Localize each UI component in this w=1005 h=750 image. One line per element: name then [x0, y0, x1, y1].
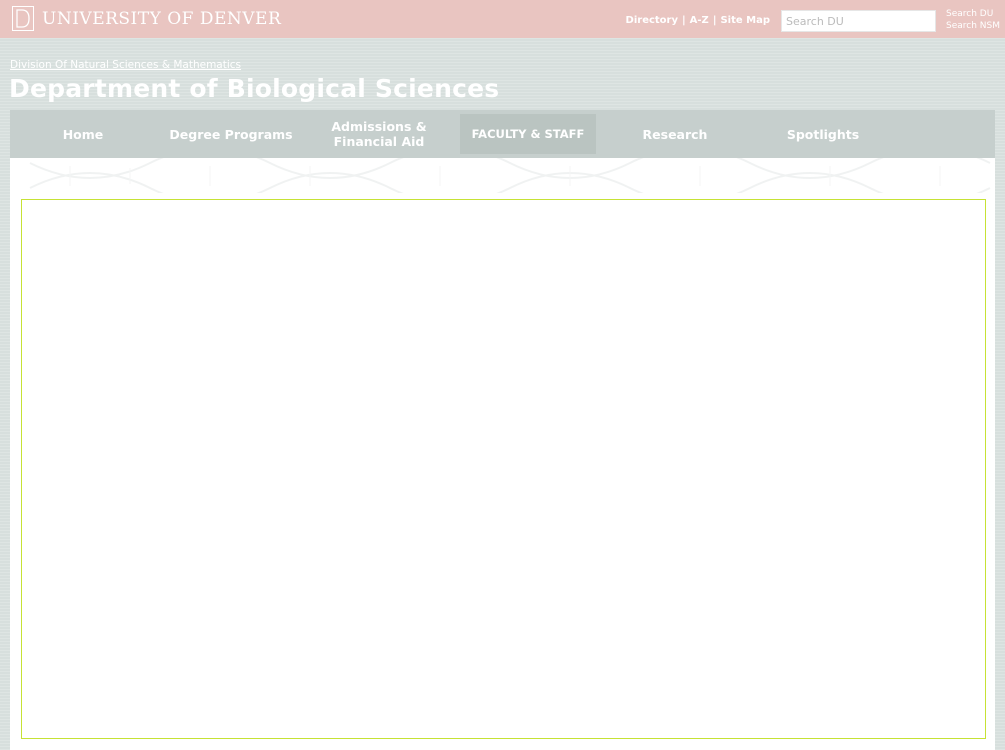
division-link[interactable]: Division Of Natural Sciences & Mathemati…: [10, 59, 241, 71]
content-area: [10, 158, 995, 750]
nav-degree-programs[interactable]: Degree Programs: [163, 110, 299, 158]
search-scope-options: Search DU Search NSM: [946, 8, 1000, 32]
university-logo-text[interactable]: UNIVERSITY OF DENVER: [42, 9, 281, 29]
dna-watermark: [10, 158, 995, 193]
nav-home[interactable]: Home: [15, 110, 151, 158]
top-bar: UNIVERSITY OF DENVER Directory | A-Z | Site …: [0, 0, 1005, 38]
main-nav: Home Degree Programs Admissions & Financ…: [10, 110, 995, 158]
du-logo-icon[interactable]: [12, 6, 34, 31]
nav-research[interactable]: Research: [607, 110, 743, 158]
directory-link[interactable]: Directory: [626, 15, 678, 26]
site-map-link[interactable]: Site Map: [720, 15, 770, 26]
page-title: Department of Biological Sciences: [9, 74, 500, 103]
nav-spotlights[interactable]: Spotlights: [755, 110, 891, 158]
nav-admissions[interactable]: Admissions & Financial Aid: [311, 110, 447, 158]
a-z-link[interactable]: A-Z: [690, 15, 709, 26]
search-du-option[interactable]: Search DU: [946, 8, 1000, 20]
nav-faculty-staff[interactable]: FACULTY & STAFF: [460, 114, 596, 154]
embedded-content-frame[interactable]: [21, 199, 986, 739]
search-nsm-option[interactable]: Search NSM: [946, 20, 1000, 32]
search-input[interactable]: [781, 10, 936, 32]
utility-links: Directory | A-Z | Site Map: [625, 15, 770, 26]
